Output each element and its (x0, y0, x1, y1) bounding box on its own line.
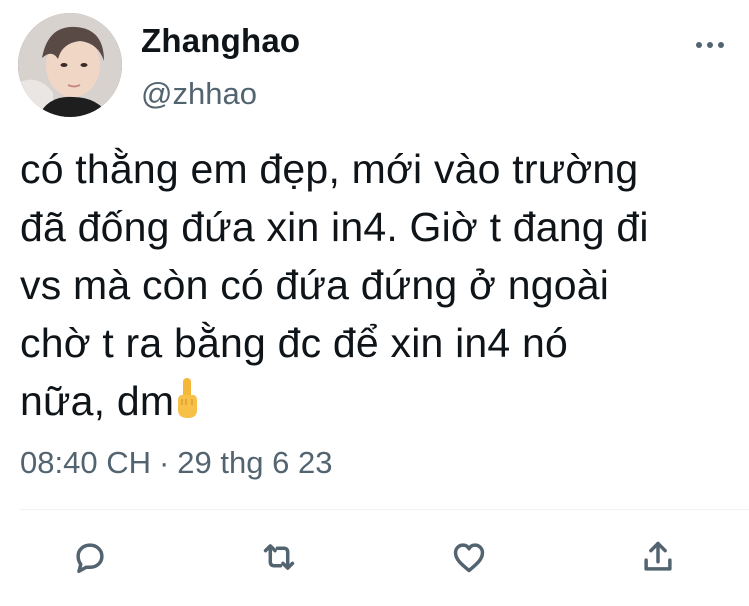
more-dot (718, 42, 724, 48)
more-dot (707, 42, 713, 48)
retweet-button[interactable] (259, 537, 299, 577)
share-button[interactable] (638, 537, 678, 577)
user-handle[interactable]: @zhhao (141, 76, 257, 112)
heart-icon (453, 543, 485, 573)
tweet-timestamp[interactable]: 08:40 CH · 29 thg 6 23 (20, 445, 332, 481)
more-dot (696, 42, 702, 48)
tweet-text: có thằng em đẹp, mới vào trường đã đống … (20, 140, 730, 430)
middle-finger-emoji-icon (178, 378, 198, 418)
like-button[interactable] (449, 537, 489, 577)
reply-button[interactable] (70, 537, 110, 577)
divider (20, 509, 749, 510)
tweet-time: 08:40 CH (20, 445, 151, 480)
avatar[interactable] (18, 13, 122, 117)
tweet-date: 29 thg 6 23 (177, 445, 333, 480)
more-options-button[interactable] (690, 30, 730, 60)
tweet-card: Zhanghao @zhhao có thằng em đẹp, mới vào… (0, 0, 749, 606)
reply-icon (76, 543, 104, 573)
share-icon (644, 541, 672, 571)
tweet-body: có thằng em đẹp, mới vào trường đã đống … (20, 146, 649, 424)
display-name[interactable]: Zhanghao (141, 22, 300, 60)
retweet-icon (263, 544, 295, 570)
profile-photo-icon (18, 13, 122, 117)
timestamp-separator: · (158, 445, 170, 480)
